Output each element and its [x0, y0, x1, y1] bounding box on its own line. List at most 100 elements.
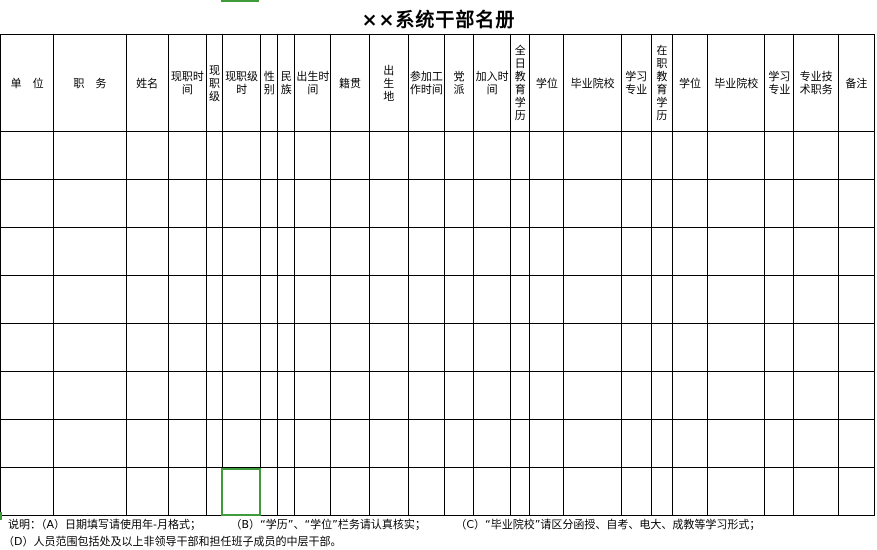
cell-ip_edu[interactable]: [650, 179, 673, 228]
cell-tech_title[interactable]: [793, 227, 839, 276]
cell-unit[interactable]: [0, 371, 55, 420]
cell-remarks[interactable]: [837, 419, 876, 468]
cell-ip_major[interactable]: [764, 131, 795, 180]
cell-birth_date[interactable]: [294, 179, 332, 228]
cell-ft_major[interactable]: [620, 131, 652, 180]
cell-gender[interactable]: [260, 323, 279, 372]
cell-tech_title[interactable]: [793, 467, 839, 516]
cell-tech_title[interactable]: [793, 275, 839, 324]
cell-name[interactable]: [125, 131, 169, 180]
cell-tech_title[interactable]: [793, 323, 839, 372]
cell-ip_major[interactable]: [764, 323, 795, 372]
cell-gender[interactable]: [260, 179, 279, 228]
cell-current_level_time[interactable]: [221, 371, 262, 420]
cell-ft_major[interactable]: [620, 275, 652, 324]
cell-current_level[interactable]: [205, 131, 223, 180]
cell-gender[interactable]: [260, 275, 279, 324]
cell-ip_edu[interactable]: [650, 467, 673, 516]
column-header-birth_date[interactable]: 出生时间: [294, 34, 332, 132]
cell-birthplace[interactable]: [368, 419, 409, 468]
cell-ip_edu[interactable]: [650, 323, 673, 372]
cell-ft_major[interactable]: [620, 371, 652, 420]
cell-unit[interactable]: [0, 131, 55, 180]
column-header-ip_degree[interactable]: 学位: [671, 34, 709, 132]
cell-ft_school[interactable]: [563, 179, 622, 228]
cell-current_post_time[interactable]: [167, 227, 207, 276]
column-header-party[interactable]: 党派: [443, 34, 475, 132]
cell-ft_degree[interactable]: [529, 179, 565, 228]
cell-ft_major[interactable]: [620, 323, 652, 372]
cell-ip_edu[interactable]: [650, 275, 673, 324]
cell-current_post_time[interactable]: [167, 323, 207, 372]
cell-unit[interactable]: [0, 419, 55, 468]
cell-ft_degree[interactable]: [529, 323, 565, 372]
cell-ethnicity[interactable]: [277, 419, 296, 468]
cell-current_post_time[interactable]: [167, 275, 207, 324]
cell-remarks[interactable]: [837, 467, 876, 516]
column-header-current_level_time[interactable]: 现职级时: [221, 34, 262, 132]
cell-current_level[interactable]: [205, 323, 223, 372]
cell-ethnicity[interactable]: [277, 323, 296, 372]
column-header-current_level[interactable]: 现职级: [205, 34, 223, 132]
cell-ethnicity[interactable]: [277, 467, 296, 516]
column-header-ft_degree[interactable]: 学位: [529, 34, 565, 132]
cell-ft_edu[interactable]: [510, 227, 531, 276]
cell-remarks[interactable]: [837, 275, 876, 324]
cell-ip_school[interactable]: [707, 179, 766, 228]
column-header-name[interactable]: 姓名: [125, 34, 169, 132]
cell-ft_school[interactable]: [563, 371, 622, 420]
cell-ethnicity[interactable]: [277, 227, 296, 276]
cell-ip_edu[interactable]: [650, 371, 673, 420]
cell-ft_edu[interactable]: [510, 179, 531, 228]
cell-native_place[interactable]: [330, 179, 370, 228]
cell-tech_title[interactable]: [793, 131, 839, 180]
cell-join_time[interactable]: [473, 131, 512, 180]
cell-gender[interactable]: [260, 131, 279, 180]
column-header-tech_title[interactable]: 专业技术职务: [793, 34, 839, 132]
cell-ft_school[interactable]: [563, 227, 622, 276]
cell-unit[interactable]: [0, 323, 55, 372]
column-header-ft_major[interactable]: 学习专业: [620, 34, 652, 132]
cell-ip_major[interactable]: [764, 227, 795, 276]
cell-duty[interactable]: [53, 371, 127, 420]
cell-ft_degree[interactable]: [529, 131, 565, 180]
cell-ip_school[interactable]: [707, 419, 766, 468]
cell-ethnicity[interactable]: [277, 371, 296, 420]
cell-current_post_time[interactable]: [167, 467, 207, 516]
cell-current_level_time[interactable]: [221, 323, 262, 372]
cell-ft_major[interactable]: [620, 227, 652, 276]
cell-birthplace[interactable]: [368, 467, 409, 516]
cell-ip_edu[interactable]: [650, 419, 673, 468]
cell-duty[interactable]: [53, 467, 127, 516]
cell-birthplace[interactable]: [368, 323, 409, 372]
cell-work_start[interactable]: [407, 179, 445, 228]
cell-party[interactable]: [443, 419, 475, 468]
cell-native_place[interactable]: [330, 227, 370, 276]
cell-gender[interactable]: [260, 467, 279, 516]
cell-native_place[interactable]: [330, 323, 370, 372]
column-header-unit[interactable]: 单 位: [0, 34, 55, 132]
cell-ft_degree[interactable]: [529, 227, 565, 276]
cell-join_time[interactable]: [473, 419, 512, 468]
cell-current_level_time[interactable]: [221, 419, 262, 468]
cell-current_level[interactable]: [205, 227, 223, 276]
cell-ethnicity[interactable]: [277, 179, 296, 228]
cell-birth_date[interactable]: [294, 227, 332, 276]
cell-birthplace[interactable]: [368, 275, 409, 324]
cell-tech_title[interactable]: [793, 371, 839, 420]
cell-tech_title[interactable]: [793, 419, 839, 468]
column-header-birthplace[interactable]: 出生地: [368, 34, 409, 132]
column-header-remarks[interactable]: 备注: [837, 34, 876, 132]
cell-ft_school[interactable]: [563, 131, 622, 180]
cell-name[interactable]: [125, 275, 169, 324]
cell-remarks[interactable]: [837, 227, 876, 276]
cell-ip_school[interactable]: [707, 227, 766, 276]
cell-work_start[interactable]: [407, 275, 445, 324]
column-header-gender[interactable]: 性别: [260, 34, 279, 132]
column-header-ip_edu[interactable]: 在职教育学历: [650, 34, 673, 132]
cell-ip_major[interactable]: [764, 419, 795, 468]
cell-current_level[interactable]: [205, 419, 223, 468]
cell-unit[interactable]: [0, 275, 55, 324]
cell-work_start[interactable]: [407, 227, 445, 276]
cell-current_level_time[interactable]: [221, 131, 262, 180]
